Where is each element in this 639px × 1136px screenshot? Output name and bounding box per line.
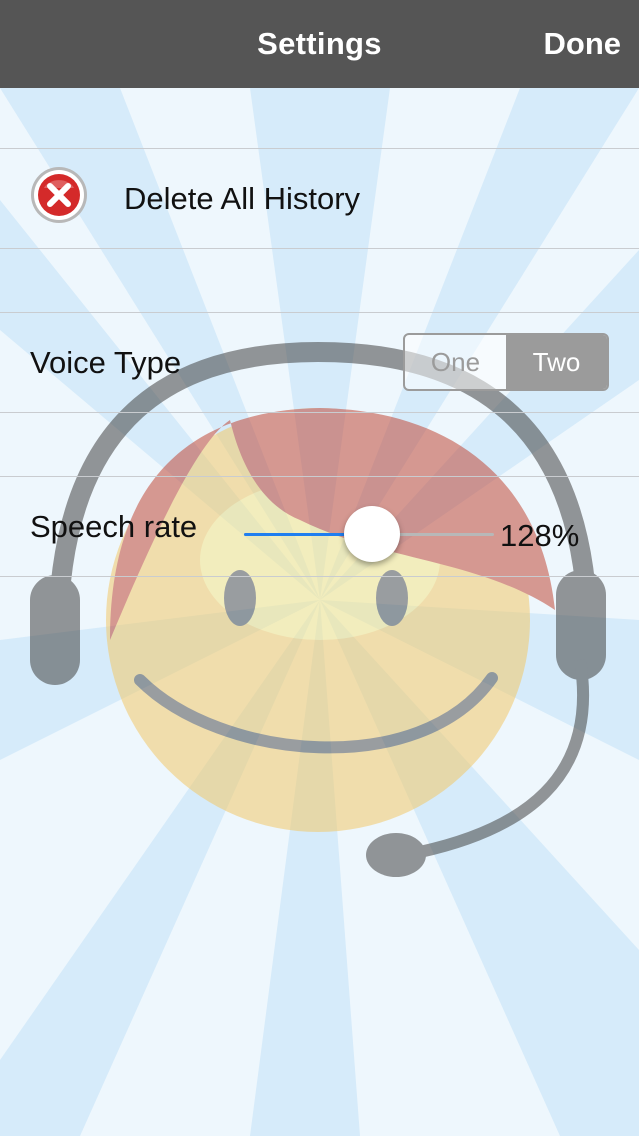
row-separator (0, 476, 639, 477)
speech-rate-value: 128% (500, 518, 580, 553)
speech-rate-slider[interactable] (244, 504, 494, 564)
row-separator (0, 312, 639, 313)
slider-thumb[interactable] (344, 506, 400, 562)
navigation-bar: Settings Done (0, 0, 639, 88)
voice-type-option-two[interactable]: Two (506, 335, 607, 389)
speech-rate-label: Speech rate (30, 509, 198, 544)
voice-type-label: Voice Type (30, 345, 182, 380)
done-button[interactable]: Done (544, 26, 622, 62)
delete-x-icon[interactable] (30, 166, 88, 224)
delete-history-button[interactable]: Delete All History (124, 181, 360, 217)
voice-type-option-one[interactable]: One (405, 335, 506, 389)
row-separator (0, 412, 639, 413)
row-separator (0, 576, 639, 577)
row-separator (0, 148, 639, 149)
row-separator (0, 248, 639, 249)
voice-type-segmented-control[interactable]: One Two (403, 333, 609, 391)
background-illustration (0, 0, 639, 1136)
